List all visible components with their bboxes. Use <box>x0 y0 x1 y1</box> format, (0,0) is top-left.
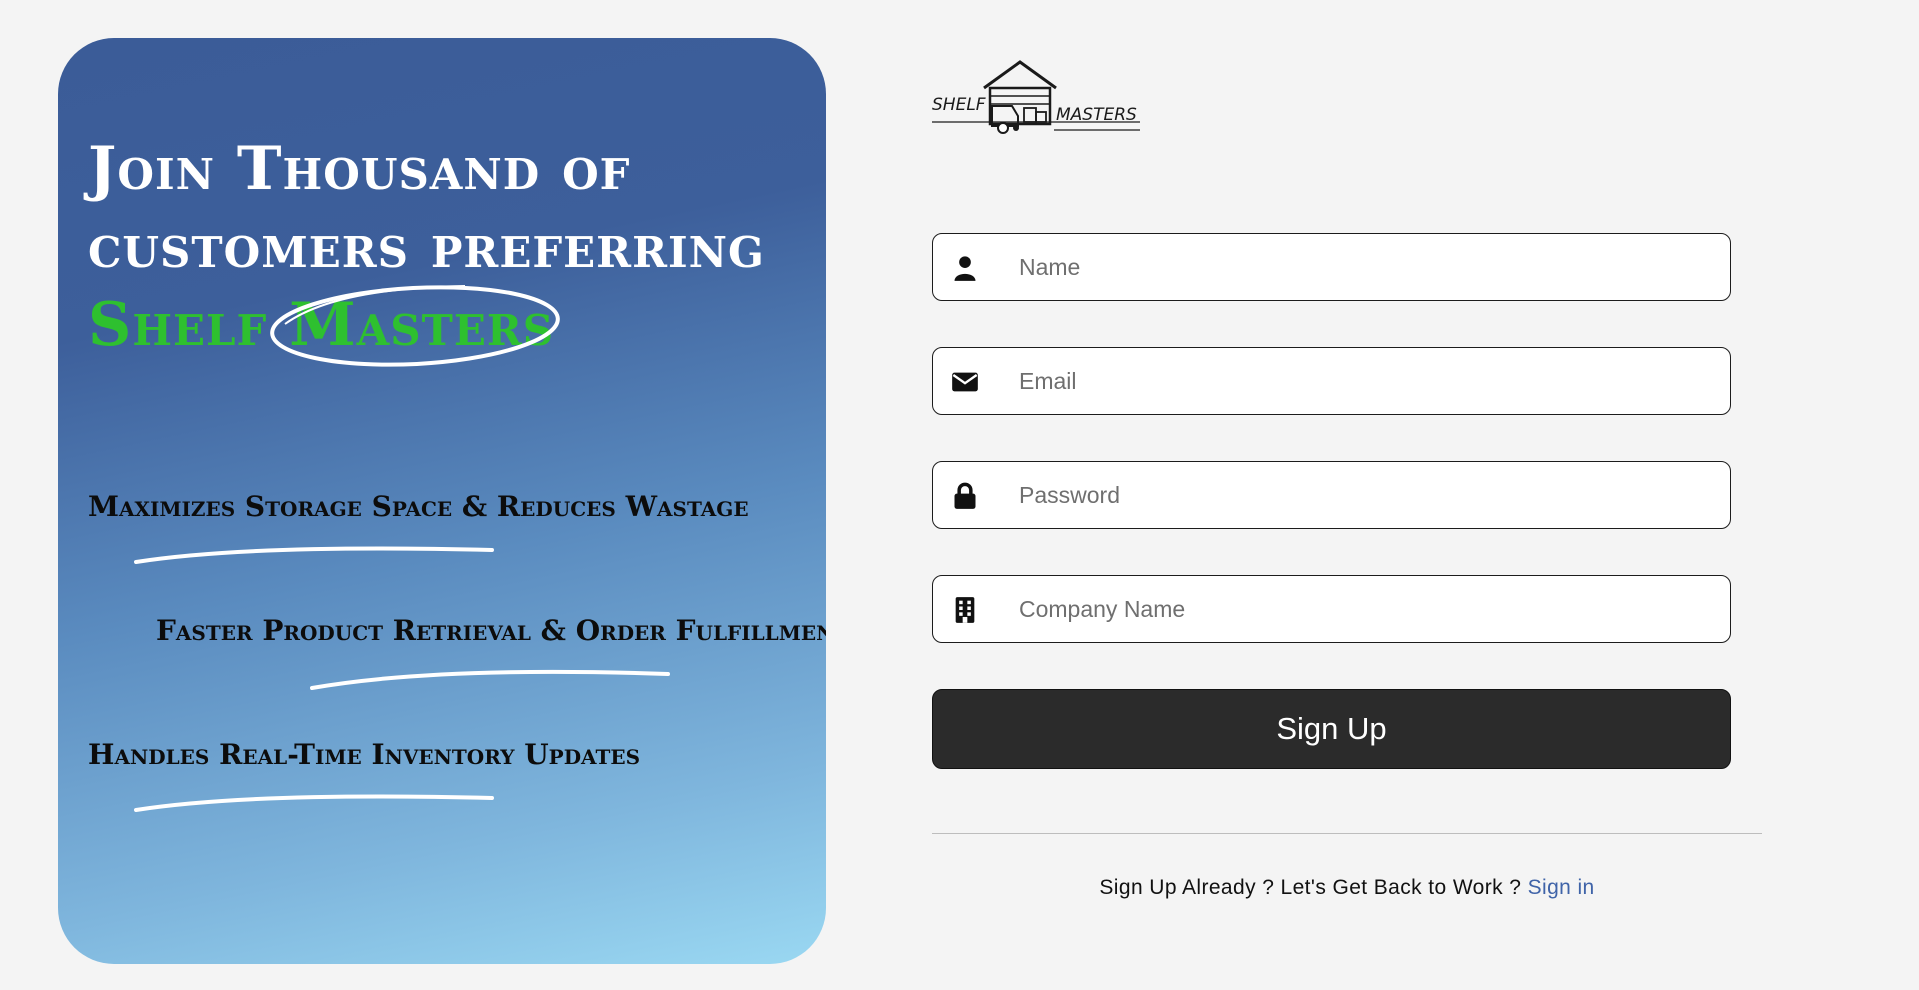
sign-up-button[interactable]: Sign Up <box>932 689 1731 769</box>
underline-stroke-icon <box>134 546 494 564</box>
underline-stroke-icon <box>310 669 670 690</box>
lock-icon <box>954 482 976 509</box>
name-field[interactable] <box>932 233 1731 301</box>
company-name-input[interactable] <box>1019 576 1709 642</box>
logo-text-left: SHELF <box>932 95 986 115</box>
hero-title-line1: Join Thousand of <box>88 134 631 204</box>
hero-title-line2: customers preferring <box>88 212 765 282</box>
feature-realtime: Handles Real-Time Inventory Updates <box>88 738 641 771</box>
divider <box>932 833 1762 834</box>
email-input[interactable] <box>1019 348 1709 414</box>
hero-brand-word1: Shelf <box>88 290 268 360</box>
building-icon <box>955 597 975 623</box>
company-name-field[interactable] <box>932 575 1731 643</box>
user-icon <box>954 256 976 281</box>
underline-stroke-icon <box>134 794 494 812</box>
email-field[interactable] <box>932 347 1731 415</box>
password-field[interactable] <box>932 461 1731 529</box>
signin-prompt-text: Sign Up Already ? Let's Get Back to Work… <box>1099 876 1522 899</box>
password-input[interactable] <box>1019 462 1709 528</box>
brand-circle-icon <box>270 285 561 367</box>
name-input[interactable] <box>1019 234 1709 300</box>
feature-retrieval: Faster Product Retrieval & Order Fulfill… <box>156 614 826 647</box>
warehouse-truck-icon: SHELF MASTERS <box>932 60 1140 134</box>
feature-storage: Maximizes Storage Space & Reduces Wastag… <box>88 490 749 523</box>
sign-in-link[interactable]: Sign in <box>1528 876 1595 899</box>
shelf-masters-logo: SHELF MASTERS <box>932 58 1142 136</box>
hero-brand-highlight: Masters <box>270 285 561 367</box>
logo-text-right: MASTERS <box>1056 105 1137 125</box>
envelope-icon <box>952 372 978 392</box>
hero-title: Join Thousand of customers preferring Sh… <box>88 130 788 367</box>
hero-panel: Join Thousand of customers preferring Sh… <box>58 38 826 964</box>
signin-prompt: Sign Up Already ? Let's Get Back to Work… <box>932 876 1762 900</box>
